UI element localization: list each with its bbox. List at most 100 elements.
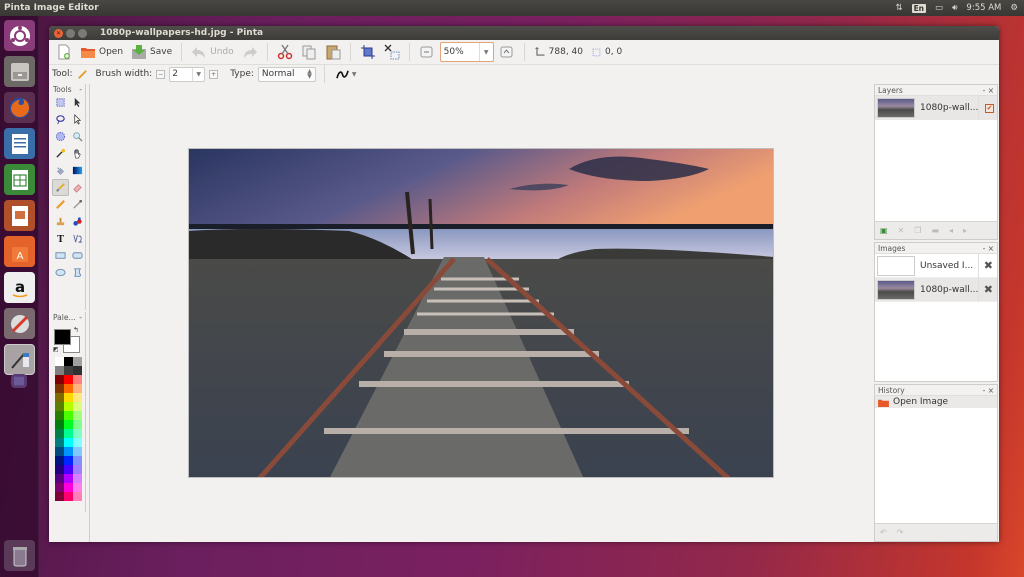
brush-width-combobox[interactable]: 2 ▼ — [169, 66, 206, 82]
paste-button[interactable] — [322, 42, 344, 62]
copy-button[interactable] — [298, 42, 320, 62]
antialiasing-dropdown[interactable]: ▼ — [333, 67, 360, 82]
palette-swatch[interactable] — [73, 420, 82, 429]
palette-swatch[interactable] — [64, 429, 73, 438]
close-image-icon[interactable]: ✖ — [984, 283, 993, 296]
redo-button[interactable] — [239, 42, 261, 62]
palette-swatch[interactable] — [55, 393, 64, 402]
add-layer-icon[interactable]: ▣ — [880, 226, 888, 235]
palette-swatch[interactable] — [55, 402, 64, 411]
launcher-dash[interactable] — [4, 20, 35, 51]
tool-pencil[interactable] — [52, 196, 69, 213]
brush-width-increase-button[interactable]: + — [209, 69, 219, 79]
palette-swatch[interactable] — [64, 447, 73, 456]
palette-swatch[interactable] — [73, 429, 82, 438]
launcher-software[interactable]: A — [4, 236, 35, 267]
palette-swatch[interactable] — [73, 357, 82, 366]
move-layer-up-icon[interactable]: ◂ — [949, 226, 953, 235]
palette-swatch[interactable] — [64, 465, 73, 474]
undo-button[interactable]: Undo — [188, 42, 237, 62]
palette-swatch[interactable] — [55, 438, 64, 447]
tool-pan[interactable] — [69, 145, 86, 162]
palette-swatch[interactable] — [64, 474, 73, 483]
tool-line-curve[interactable] — [69, 230, 86, 247]
save-button[interactable]: Save — [128, 42, 175, 62]
palette-swatch[interactable] — [64, 402, 73, 411]
tool-magic-wand[interactable] — [52, 145, 69, 162]
palette-swatch[interactable] — [55, 357, 64, 366]
history-undo-icon[interactable]: ↶ — [880, 528, 887, 537]
launcher-settings[interactable] — [4, 308, 35, 339]
window-minimize-button[interactable] — [66, 28, 75, 38]
palette-swatch[interactable] — [55, 375, 64, 384]
palette-swatch[interactable] — [55, 456, 64, 465]
zoom-out-button[interactable] — [416, 42, 438, 62]
merge-layer-icon[interactable]: ▬ — [931, 226, 939, 235]
battery-icon[interactable]: ▭ — [935, 3, 943, 13]
close-image-icon[interactable]: ✖ — [984, 259, 993, 272]
palette-swatch[interactable] — [64, 366, 73, 375]
tool-ellipse[interactable] — [52, 264, 69, 281]
palette-swatch[interactable] — [55, 429, 64, 438]
palette-swatch[interactable] — [55, 465, 64, 474]
palette-swatch[interactable] — [55, 411, 64, 420]
tool-color-picker[interactable] — [69, 196, 86, 213]
brush-width-value[interactable]: 2 — [170, 69, 192, 79]
zoom-in-button[interactable] — [496, 42, 518, 62]
new-image-button[interactable] — [53, 42, 75, 62]
window-close-button[interactable]: ✕ — [54, 28, 63, 38]
power-gear-icon[interactable]: ⚙ — [1010, 3, 1018, 13]
palette-swatch[interactable] — [73, 366, 82, 375]
launcher-calc[interactable] — [4, 164, 35, 195]
panel-controls[interactable]: - × — [983, 244, 994, 253]
tool-eraser[interactable] — [69, 179, 86, 196]
panel-minimize-icon[interactable]: - — [79, 313, 82, 322]
layer-row[interactable]: 1080p-wall... ✔ — [875, 96, 997, 120]
window-titlebar[interactable]: ✕ 1080p-wallpapers-hd.jpg - Pinta — [49, 26, 999, 40]
volume-icon[interactable]: 🔊︎ — [952, 3, 957, 13]
image-row[interactable]: Unsaved I... ✖ — [875, 254, 997, 278]
palette-swatch[interactable] — [73, 402, 82, 411]
image-canvas[interactable] — [188, 148, 774, 478]
palette-swatch[interactable] — [73, 411, 82, 420]
launcher-trash[interactable] — [4, 540, 35, 571]
palette-swatch[interactable] — [55, 447, 64, 456]
palette-swatch[interactable] — [73, 447, 82, 456]
palette-swatch[interactable] — [64, 357, 73, 366]
launcher-firefox[interactable] — [4, 92, 35, 123]
palette-swatch[interactable] — [64, 411, 73, 420]
tool-paintbrush[interactable] — [52, 179, 69, 196]
tool-paint-bucket[interactable] — [52, 162, 69, 179]
launcher-pinta[interactable] — [4, 344, 35, 375]
tool-rounded-rectangle[interactable] — [69, 247, 86, 264]
palette-swatch[interactable] — [55, 366, 64, 375]
image-row[interactable]: 1080p-wall... ✖ — [875, 278, 997, 302]
cut-button[interactable] — [274, 42, 296, 62]
launcher-writer[interactable] — [4, 128, 35, 159]
launcher-impress[interactable] — [4, 200, 35, 231]
tool-clone-stamp[interactable] — [52, 213, 69, 230]
history-item[interactable]: Open Image — [875, 396, 997, 408]
palette-swatch[interactable] — [73, 465, 82, 474]
palette-swatch[interactable] — [73, 393, 82, 402]
palette-swatch[interactable] — [55, 474, 64, 483]
palette-swatch[interactable] — [64, 438, 73, 447]
canvas-area[interactable] — [89, 84, 871, 542]
clock[interactable]: 9:55 AM — [966, 3, 1001, 13]
open-button[interactable]: Open — [77, 42, 126, 62]
palette-swatch[interactable] — [64, 375, 73, 384]
tool-rectangle-select[interactable] — [52, 94, 69, 111]
palette-swatch[interactable] — [73, 492, 82, 501]
palette-swatch[interactable] — [64, 420, 73, 429]
move-layer-down-icon[interactable]: ▸ — [963, 226, 967, 235]
brush-type-select[interactable]: Normal ▲ ▼ — [257, 66, 316, 82]
zoom-value[interactable]: 50% — [441, 47, 479, 57]
palette-swatch[interactable] — [55, 492, 64, 501]
launcher-files[interactable] — [4, 56, 35, 87]
crop-to-selection-button[interactable] — [357, 42, 379, 62]
tool-freeform-shape[interactable] — [69, 264, 86, 281]
keyboard-layout-indicator[interactable]: En — [911, 3, 927, 13]
brush-width-decrease-button[interactable]: − — [156, 69, 166, 79]
palette-swatch[interactable] — [55, 384, 64, 393]
layer-visibility-checkbox[interactable]: ✔ — [985, 103, 994, 113]
